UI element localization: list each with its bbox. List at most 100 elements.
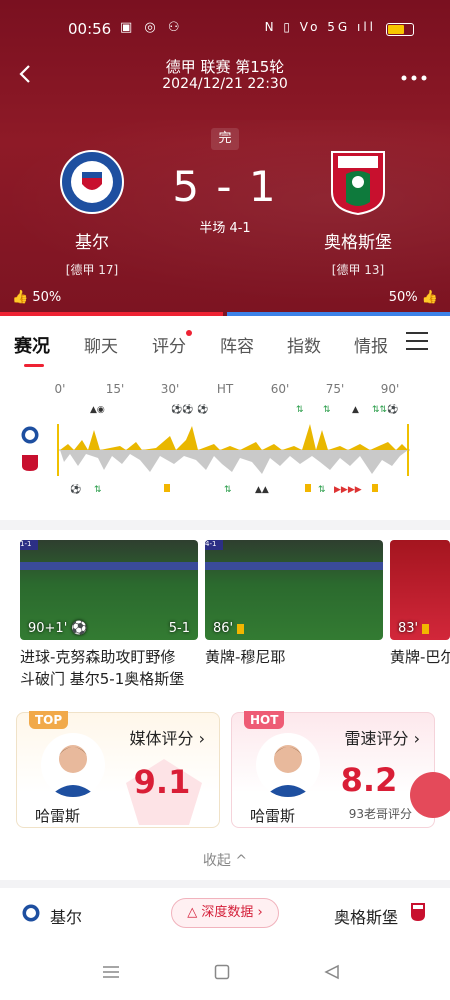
yellow-card-icon [164, 484, 170, 492]
substitution-icon: ▶▶▶▶ [334, 485, 362, 495]
active-tab-indicator [24, 364, 44, 367]
away-team-rank: [德甲 13] [331, 263, 385, 277]
tick-label: 90' [380, 382, 400, 396]
away-vote[interactable]: 50% 👍 [389, 290, 438, 305]
home-team-small-logo [21, 426, 39, 444]
thumbs-up-icon: 👍 [421, 290, 438, 305]
section-divider [0, 880, 450, 888]
tick-label: 75' [325, 382, 345, 396]
tab-intel[interactable]: 情报 [354, 332, 388, 357]
status-time: 00:56 [68, 20, 112, 38]
substitution-icon: ▲ [352, 405, 359, 415]
away-team[interactable]: 奥格斯堡 [德甲 13] [298, 150, 418, 278]
tab-lineup[interactable]: 阵容 [220, 332, 254, 357]
video-caption-2[interactable]: 黄牌-穆尼耶 [205, 646, 285, 668]
menu-icon[interactable] [102, 964, 120, 980]
away-events: ⚽ ⇅ ⇅ ▲▲ ⇅ ▶▶▶▶ [69, 483, 378, 495]
away-team-name: 奥格斯堡 [324, 233, 392, 253]
deep-data-button[interactable]: △ 深度数据 › [171, 898, 279, 928]
battery-icon [386, 23, 414, 36]
notification-icons: ▣ ◎ ⚇ [120, 20, 184, 35]
thumbs-up-icon: 👍 [12, 290, 29, 305]
signal-icons: N ▯ Vo 5G ıll [264, 20, 376, 34]
media-rating-title[interactable]: 媒体评分 › [130, 725, 206, 749]
section-divider [0, 520, 450, 530]
substitution-icon: ⇅ [323, 405, 331, 415]
match-datetime: 2024/12/21 22:30 [162, 76, 288, 92]
tab-chat[interactable]: 聊天 [84, 332, 118, 357]
hot-rating-title[interactable]: 雷速评分 › [345, 725, 421, 749]
hot-rating-score: 8.2 [340, 761, 398, 799]
player-name: 哈雷斯 [250, 807, 296, 825]
ratings-notification-dot [186, 330, 192, 336]
tab-ratings[interactable]: 评分 [152, 332, 186, 357]
halftime-score: 半场 4-1 [199, 221, 251, 236]
yellow-card-icon [372, 484, 378, 492]
yellow-card-icon [237, 623, 245, 634]
substitution-icon: ⇅⇅⚽ [372, 403, 398, 415]
back-triangle-icon[interactable] [324, 964, 340, 980]
goal-icon: ⚽ [69, 483, 81, 495]
home-team-small-logo [22, 904, 40, 922]
home-square-icon[interactable] [214, 964, 230, 980]
match-timeline: 0' 15' 30' HT 60' 75' 90' ▲◉ ⚽⚽ ⚽ ⇅ ⇅ ▲ … [0, 376, 450, 506]
footer-home-name[interactable]: 基尔 [50, 904, 82, 928]
home-team-rank: [德甲 17] [65, 263, 119, 277]
media-rating-score: 9.1 [133, 763, 191, 801]
video-caption-1[interactable]: 进球-克努森助攻盯野修 斗破门 基尔5-1奥格斯堡 [20, 646, 200, 690]
player-avatar [41, 733, 105, 797]
tick-label: 15' [105, 382, 125, 396]
home-vote-percent: 50% [32, 290, 62, 305]
hot-tag: HOT [244, 711, 285, 729]
highlight-video-3[interactable]: 83' [390, 540, 450, 640]
video-time: 83' [398, 621, 419, 636]
match-status: 完 [211, 128, 239, 150]
floating-action-button[interactable] [410, 772, 450, 818]
footer-away-name[interactable]: 奥格斯堡 [334, 904, 398, 928]
home-events: ▲◉ ⚽⚽ ⚽ ⇅ ⇅ ▲ ⇅⇅⚽ [90, 403, 398, 415]
tab-odds[interactable]: 指数 [287, 332, 321, 357]
tab-bar: 赛况 聊天 评分 阵容 指数 情报 [0, 322, 450, 368]
away-vote-percent: 50% [388, 290, 418, 305]
substitution-icon: ▲▲ [255, 485, 269, 495]
player-name: 哈雷斯 [35, 807, 81, 825]
league-round: 德甲 联赛 第15轮 [165, 58, 285, 76]
timeline-graph: ▲◉ ⚽⚽ ⚽ ⇅ ⇅ ▲ ⇅⇅⚽ ⚽ ⇅ ⇅ ▲▲ ⇅ ▶▶▶▶ [57, 403, 410, 495]
match-header: 00:56 ▣ ◎ ⚇ N ▯ Vo 5G ıll 德甲 联赛 第15轮 202… [0, 0, 450, 316]
substitution-icon: ⇅ [224, 485, 232, 495]
highlight-video-1[interactable]: 1-1 90+1' ⚽ 5-1 [20, 540, 198, 640]
hot-rating-card[interactable]: HOT 雷速评分 › 哈雷斯 8.2 93老哥评分 [231, 711, 435, 828]
player-avatar [256, 733, 320, 797]
collapse-button[interactable]: 收起 ^ [0, 850, 450, 870]
vote-bar-home [0, 312, 224, 316]
video-time: 86' [213, 621, 234, 636]
substitution-icon: ⇅ [94, 485, 102, 495]
video-caption-3[interactable]: 黄牌-巴尔 [390, 646, 450, 668]
tick-label: 30' [160, 382, 180, 396]
substitution-icon: ▲◉ [90, 405, 105, 415]
home-vote[interactable]: 👍 50% [12, 290, 61, 305]
away-team-logo [326, 150, 390, 218]
video-score: 5-1 [168, 621, 190, 636]
tick-label: 60' [270, 382, 290, 396]
highlight-video-2[interactable]: 4-1 86' [205, 540, 383, 640]
yellow-card-icon [305, 484, 311, 492]
home-team[interactable]: 基尔 [德甲 17] [32, 150, 152, 278]
substitution-icon: ⇅ [318, 485, 326, 495]
tick-label: HT [216, 382, 234, 396]
system-nav-bar [0, 958, 450, 998]
home-team-logo [60, 150, 124, 218]
full-time-score: 5 - 1 [172, 162, 278, 211]
away-team-small-logo [411, 903, 425, 921]
media-rating-card[interactable]: TOP 媒体评分 › 哈雷斯 9.1 [16, 711, 220, 828]
tick-label: 0' [54, 382, 66, 396]
goal-icon: ⚽⚽ [170, 403, 193, 415]
home-team-name: 基尔 [75, 233, 109, 253]
goal-icon: ⚽ [71, 621, 88, 636]
tab-match[interactable]: 赛况 [14, 332, 50, 358]
bottom-team-bar: 基尔 △ 深度数据 › 奥格斯堡 [0, 890, 450, 940]
tabs-menu-button[interactable] [406, 332, 428, 356]
highlight-videos: 1-1 90+1' ⚽ 5-1 进球-克努森助攻盯野修 斗破门 基尔5-1奥格斯堡… [20, 540, 450, 690]
goal-icon: ⚽ [196, 403, 208, 415]
top-tag: TOP [29, 711, 69, 729]
